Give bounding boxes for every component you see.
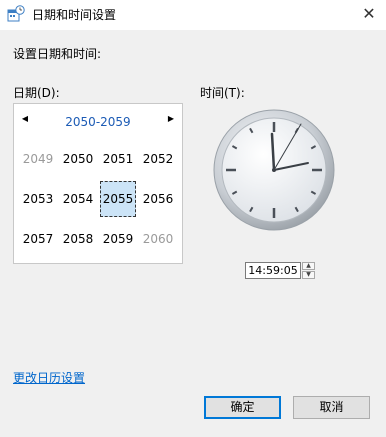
close-button[interactable]: ✕ [357, 2, 381, 26]
settings-heading: 设置日期和时间: [13, 47, 102, 61]
time-increment-button[interactable]: ▲ [302, 262, 315, 270]
year-cell[interactable]: 2058 [60, 221, 96, 257]
year-cell-selected[interactable]: 2055 [100, 181, 136, 217]
date-time-settings-icon [7, 5, 25, 22]
year-cell[interactable]: 2054 [60, 181, 96, 217]
change-calendar-settings-link[interactable]: 更改日历设置 [13, 369, 85, 386]
year-cell[interactable]: 2053 [20, 181, 56, 217]
decade-range-header[interactable]: 2050-2059 [14, 115, 182, 129]
analog-clock [213, 109, 335, 231]
date-label: 日期(D): [13, 86, 60, 100]
year-cell[interactable]: 2059 [100, 221, 136, 257]
year-cell[interactable]: 2060 [140, 221, 176, 257]
year-cell[interactable]: 2056 [140, 181, 176, 217]
next-decade-button[interactable]: ▶ [165, 114, 177, 123]
year-cell[interactable]: 2050 [60, 141, 96, 177]
title-bar: 日期和时间设置 ✕ [0, 0, 386, 30]
time-input[interactable]: 14:59:05 [245, 262, 301, 279]
year-calendar: ◀ 2050-2059 ▶ 2049 2050 2051 2052 2053 2054 20… [13, 103, 183, 264]
year-cell[interactable]: 2049 [20, 141, 56, 177]
year-cell[interactable]: 2052 [140, 141, 176, 177]
window-title: 日期和时间设置 [32, 8, 117, 22]
ok-button[interactable]: 确定 [204, 396, 281, 419]
time-decrement-button[interactable]: ▼ [302, 271, 315, 279]
time-label: 时间(T): [200, 86, 245, 100]
year-cell[interactable]: 2057 [20, 221, 56, 257]
cancel-button[interactable]: 取消 [293, 396, 370, 419]
year-cell[interactable]: 2051 [100, 141, 136, 177]
